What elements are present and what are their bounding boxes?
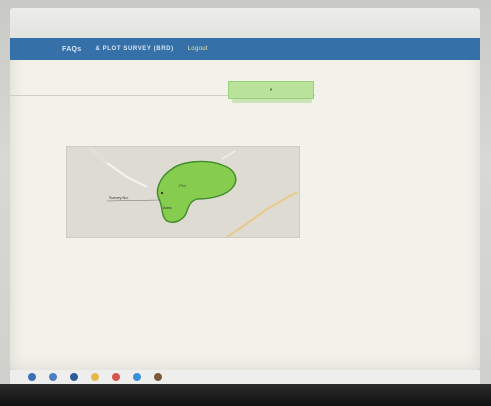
chrome-icon[interactable]: [112, 373, 120, 381]
edge-icon[interactable]: [133, 373, 141, 381]
nav-bar: FAQs & PLOT SURVEY (BRD) Logout: [10, 38, 480, 60]
highlight-mark: •: [269, 86, 273, 94]
plot-map[interactable]: Plot Survey No. Area: [66, 146, 300, 238]
monitor-bezel-bottom: [0, 384, 491, 406]
windows-icon[interactable]: [28, 373, 36, 381]
task-view-icon[interactable]: [70, 373, 78, 381]
plot-map-svg: Plot Survey No. Area: [67, 147, 299, 237]
app-icon[interactable]: [154, 373, 162, 381]
map-label-plot: Plot: [179, 183, 187, 188]
map-marker: [160, 191, 164, 195]
monitor-screen: FAQs & PLOT SURVEY (BRD) Logout • Plot S…: [10, 8, 480, 370]
browser-top-area: [10, 8, 480, 38]
map-label-area: Area: [163, 205, 172, 210]
file-explorer-icon[interactable]: [91, 373, 99, 381]
caption-blur: [232, 99, 312, 103]
taskbar: [10, 370, 480, 384]
nav-item-faqs[interactable]: FAQs: [62, 46, 81, 53]
map-label-survey: Survey No.: [109, 195, 129, 200]
highlight-button[interactable]: •: [228, 81, 314, 99]
nav-item-logout[interactable]: Logout: [188, 46, 208, 52]
nav-item-plot-survey[interactable]: & PLOT SURVEY (BRD): [95, 46, 173, 52]
search-icon[interactable]: [49, 373, 57, 381]
